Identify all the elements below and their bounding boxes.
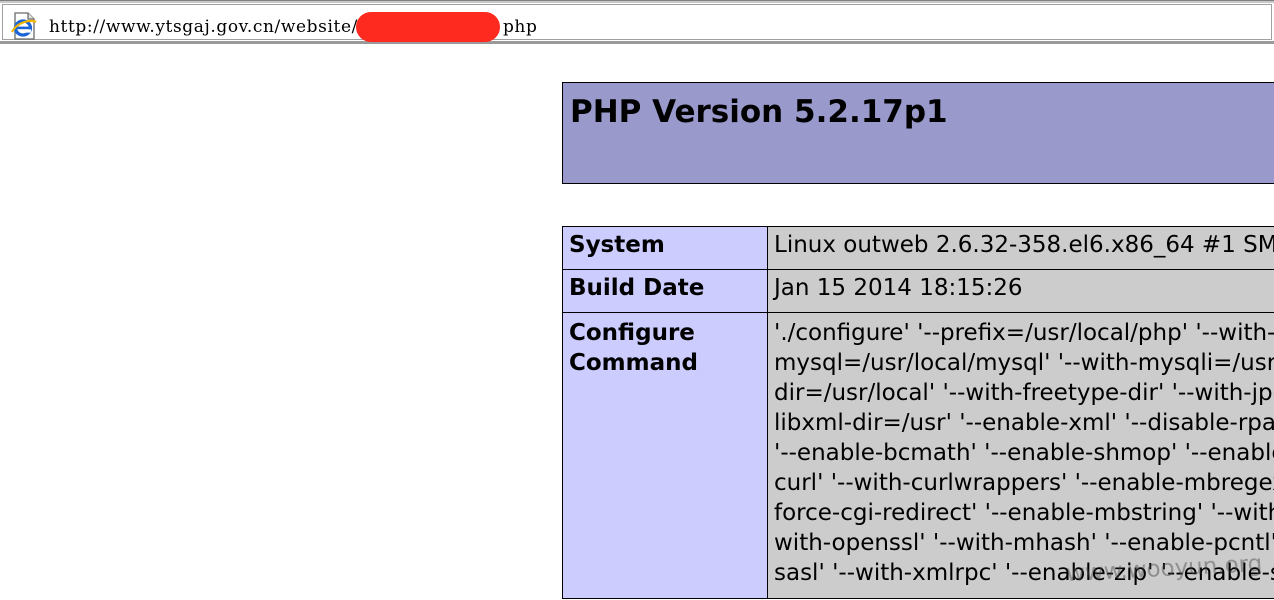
configure-line: libxml-dir=/usr' '--enable-xml' '--disab…: [774, 410, 1274, 436]
url-text: http://www.ytsgaj.gov.cn/website/ php: [49, 12, 538, 42]
row-value-build-date: Jan 15 2014 18:15:26: [767, 269, 1274, 313]
table-row: System Linux outweb 2.6.32-358.el6.x86_6…: [562, 226, 1274, 270]
row-key-system: System: [562, 226, 768, 270]
configure-line: dir=/usr/local' '--with-freetype-dir' '-…: [774, 380, 1274, 406]
php-version-header: PHP Version 5.2.17p1: [562, 82, 1274, 184]
row-key-configure-command: Configure Command: [562, 312, 768, 599]
row-key-build-date: Build Date: [562, 269, 768, 313]
page-title: PHP Version 5.2.17p1: [570, 94, 948, 130]
url-suffix: php: [502, 17, 538, 37]
table-row: Build Date Jan 15 2014 18:15:26: [562, 269, 1274, 313]
configure-line: force-cgi-redirect' '--enable-mbstring' …: [774, 500, 1274, 526]
configure-line: mysql=/usr/local/mysql' '--with-mysqli=/…: [774, 350, 1274, 376]
ie-page-icon: [11, 12, 37, 40]
address-bar: http://www.ytsgaj.gov.cn/website/ php: [0, 0, 1274, 44]
php-info-table: System Linux outweb 2.6.32-358.el6.x86_6…: [562, 226, 1274, 599]
configure-line: './configure' '--prefix=/usr/local/php' …: [774, 320, 1274, 346]
configure-line: '--enable-bcmath' '--enable-shmop' '--en…: [774, 440, 1274, 466]
key-line: Command: [569, 350, 698, 376]
redaction-mark: [355, 12, 500, 42]
url-prefix: http://www.ytsgaj.gov.cn/website/: [49, 17, 358, 37]
row-value-system: Linux outweb 2.6.32-358.el6.x86_64 #1 SM…: [767, 226, 1274, 270]
url-field[interactable]: http://www.ytsgaj.gov.cn/website/ php: [2, 4, 1272, 42]
key-line: Configure: [569, 320, 695, 346]
configure-line: curl' '--with-curlwrappers' '--enable-mb…: [774, 470, 1274, 496]
